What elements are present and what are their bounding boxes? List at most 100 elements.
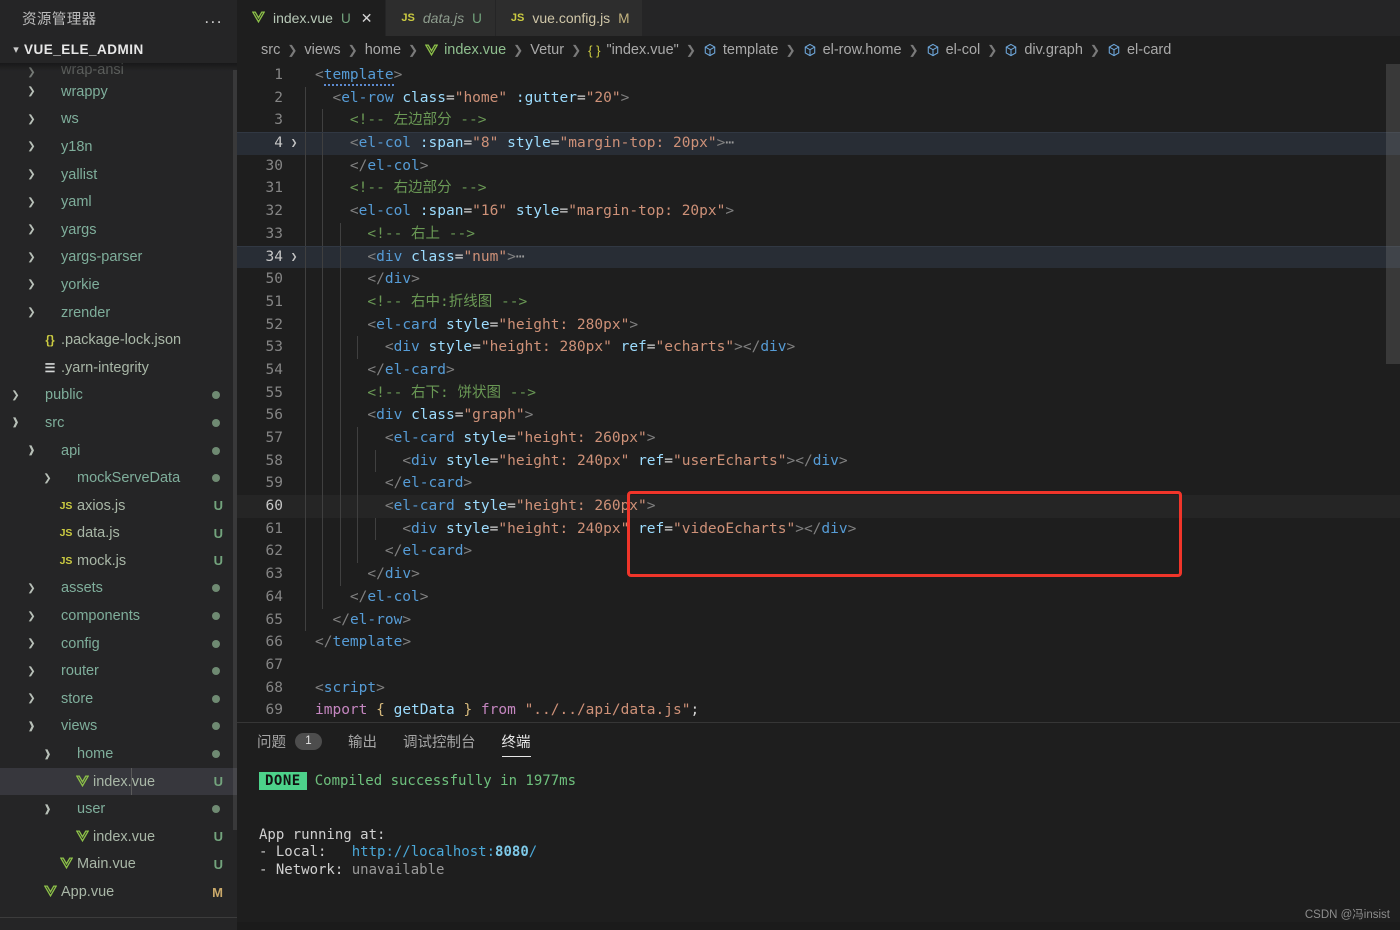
tree-file-row[interactable]: JS data.js U bbox=[0, 520, 237, 548]
breadcrumb-item[interactable]: Vetur bbox=[530, 42, 564, 58]
code-content[interactable]: 1 <template> 2 <el-row class="home" :gutte… bbox=[237, 64, 1400, 722]
tree-folder-row[interactable]: ❯ ws bbox=[0, 106, 237, 134]
panel-tab[interactable]: 终端 bbox=[501, 723, 531, 759]
tree-folder-row[interactable]: ❱ views bbox=[0, 713, 237, 741]
tree-file-row[interactable]: App.vue M bbox=[0, 878, 237, 906]
code-line[interactable]: 69 import { getData } from "../../api/dat… bbox=[237, 699, 1400, 722]
chevron-right-icon[interactable]: ❯ bbox=[24, 169, 39, 180]
tree-folder-row[interactable]: ❯ yallist bbox=[0, 161, 237, 189]
chevron-right-icon[interactable]: ❯ bbox=[24, 611, 39, 622]
tree-folder-row[interactable]: ❯ yargs bbox=[0, 216, 237, 244]
chevron-right-icon[interactable]: ❯ bbox=[24, 638, 39, 649]
breadcrumb-item[interactable]: div.graph bbox=[1004, 42, 1083, 58]
code-line[interactable]: 4 ❯ <el-col :span="8" style="margin-top: … bbox=[237, 132, 1400, 155]
breadcrumb-item[interactable]: el-card bbox=[1107, 42, 1171, 58]
panel-tab[interactable]: 调试控制台 bbox=[403, 723, 476, 759]
tree-folder-row[interactable]: ❯ mockServeData bbox=[0, 464, 237, 492]
code-line[interactable]: 65 </el-row> bbox=[237, 608, 1400, 632]
code-line[interactable]: 3 <!-- 左边部分 --> bbox=[237, 109, 1400, 133]
code-line[interactable]: 50 </div> bbox=[237, 268, 1400, 291]
breadcrumb-item[interactable]: home bbox=[365, 42, 401, 58]
panel-tab-bar[interactable]: 问题 1 输出 调试控制台 终端 bbox=[237, 723, 1400, 759]
tree-folder-row[interactable]: ❯ wrap-ansi bbox=[0, 63, 237, 78]
editor-tab-data-js[interactable]: JS data.js U bbox=[386, 0, 496, 36]
tree-file-row[interactable]: JS axios.js U bbox=[0, 492, 237, 520]
chevron-down-icon[interactable]: ❱ bbox=[8, 417, 23, 428]
close-icon[interactable]: ✕ bbox=[361, 11, 373, 25]
chevron-right-icon[interactable]: ❯ bbox=[8, 390, 23, 401]
code-line[interactable]: 51 <!-- 右中:折线图 --> bbox=[237, 290, 1400, 314]
code-line[interactable]: 52 <el-card style="height: 280px"> bbox=[237, 313, 1400, 337]
tree-folder-row[interactable]: ❯ yargs-parser bbox=[0, 244, 237, 272]
chevron-right-icon[interactable]: ❯ bbox=[24, 279, 39, 290]
chevron-right-icon[interactable]: ❯ bbox=[24, 583, 39, 594]
tree-file-row[interactable]: index.vue U bbox=[0, 767, 237, 796]
tree-folder-row[interactable]: ❱ src bbox=[0, 409, 237, 437]
code-line[interactable]: 63 </div> bbox=[237, 563, 1400, 586]
chevron-down-icon[interactable]: ❱ bbox=[24, 445, 39, 456]
code-line[interactable]: 59 </el-card> bbox=[237, 472, 1400, 496]
chevron-right-icon[interactable]: ❯ bbox=[24, 197, 39, 208]
tree-folder-row[interactable]: ❯ yorkie bbox=[0, 271, 237, 299]
terminal-output[interactable]: DONE Compiled successfully in 1977ms App … bbox=[237, 759, 1400, 930]
code-line[interactable]: 33 <!-- 右上 --> bbox=[237, 222, 1400, 246]
code-line[interactable]: 31 <!-- 右边部分 --> bbox=[237, 177, 1400, 201]
chevron-down-icon[interactable]: ❱ bbox=[40, 749, 55, 760]
code-line[interactable]: 68 <script> bbox=[237, 677, 1400, 700]
tree-folder-row[interactable]: ❱ user bbox=[0, 795, 237, 823]
chevron-right-icon[interactable]: ❯ bbox=[24, 86, 39, 97]
tree-folder-row[interactable]: ❯ config bbox=[0, 630, 237, 658]
workspace-root-row[interactable]: ▾ VUE_ELE_ADMIN bbox=[0, 36, 237, 63]
code-line[interactable]: 66 </template> bbox=[237, 631, 1400, 654]
tree-folder-row[interactable]: ❯ public bbox=[0, 382, 237, 410]
code-line[interactable]: 55 <!-- 右下: 饼状图 --> bbox=[237, 381, 1400, 405]
breadcrumb-item[interactable]: el-row.home bbox=[803, 42, 902, 58]
code-line[interactable]: 61 <div style="height: 240px" ref="video… bbox=[237, 517, 1400, 541]
tree-folder-row[interactable]: ❯ components bbox=[0, 602, 237, 630]
panel-tab[interactable]: 问题 1 bbox=[257, 723, 322, 759]
tree-file-row[interactable]: index.vue U bbox=[0, 823, 237, 851]
chevron-down-icon[interactable]: ❱ bbox=[40, 804, 55, 815]
code-line[interactable]: 53 <div style="height: 280px" ref="echar… bbox=[237, 336, 1400, 359]
chevron-right-icon[interactable]: ❯ bbox=[24, 252, 39, 263]
tree-folder-row[interactable]: ❯ assets bbox=[0, 575, 237, 603]
code-editor[interactable]: 1 <template> 2 <el-row class="home" :gutte… bbox=[237, 64, 1400, 722]
code-line[interactable]: 2 <el-row class="home" :gutter="20"> bbox=[237, 86, 1400, 110]
breadcrumb-item[interactable]: { } "index.vue" bbox=[588, 42, 679, 58]
tree-folder-row[interactable]: ❯ router bbox=[0, 657, 237, 685]
breadcrumb-item[interactable]: index.vue bbox=[425, 42, 506, 58]
tree-folder-row[interactable]: ❯ y18n bbox=[0, 133, 237, 161]
tree-file-row[interactable]: ☰ .yarn-integrity bbox=[0, 354, 237, 382]
breadcrumb-item[interactable]: views bbox=[304, 42, 340, 58]
editor-tab-index-vue[interactable]: index.vue U ✕ bbox=[237, 0, 387, 36]
breadcrumb-item[interactable]: el-col bbox=[926, 42, 980, 58]
chevron-down-icon[interactable]: ❱ bbox=[24, 721, 39, 732]
code-line[interactable]: 57 <el-card style="height: 260px"> bbox=[237, 427, 1400, 450]
chevron-right-icon[interactable]: ❯ bbox=[24, 224, 39, 235]
code-line[interactable]: 34 ❯ <div class="num">⋯ bbox=[237, 245, 1400, 269]
panel-tab[interactable]: 输出 bbox=[348, 723, 377, 759]
code-line[interactable]: 67 bbox=[237, 654, 1400, 677]
code-line[interactable]: 1 <template> bbox=[237, 64, 1400, 87]
tree-folder-row[interactable]: ❯ wrappy bbox=[0, 78, 237, 106]
editor-tab-vue-config-js[interactable]: JS vue.config.js M bbox=[495, 0, 644, 36]
breadcrumb-item[interactable]: src bbox=[261, 42, 280, 58]
editor-scrollbar[interactable] bbox=[1386, 64, 1400, 364]
code-line[interactable]: 62 </el-card> bbox=[237, 540, 1400, 564]
tree-file-row[interactable]: Main.vue U bbox=[0, 851, 237, 879]
chevron-right-icon[interactable]: ❯ bbox=[24, 114, 39, 125]
code-line[interactable]: 58 <div style="height: 240px" ref="userE… bbox=[237, 449, 1400, 473]
chevron-right-icon[interactable]: ❯ bbox=[24, 67, 39, 78]
tree-folder-row[interactable]: ❯ store bbox=[0, 685, 237, 713]
chevron-right-icon[interactable]: ❯ bbox=[24, 693, 39, 704]
local-url-link[interactable]: http://localhost:8080/ bbox=[352, 844, 537, 860]
chevron-right-icon[interactable]: ❯ bbox=[24, 307, 39, 318]
tree-folder-row[interactable]: ❱ home bbox=[0, 740, 237, 768]
more-actions-icon[interactable]: ... bbox=[204, 9, 223, 26]
code-line[interactable]: 54 </el-card> bbox=[237, 358, 1400, 382]
chevron-right-icon[interactable]: ❯ bbox=[40, 473, 55, 484]
fold-chevron-icon[interactable]: ❯ bbox=[283, 132, 305, 155]
chevron-right-icon[interactable]: ❯ bbox=[24, 141, 39, 152]
tree-file-row[interactable]: JS mock.js U bbox=[0, 547, 237, 575]
code-line[interactable]: 60 <el-card style="height: 260px"> bbox=[237, 495, 1400, 518]
